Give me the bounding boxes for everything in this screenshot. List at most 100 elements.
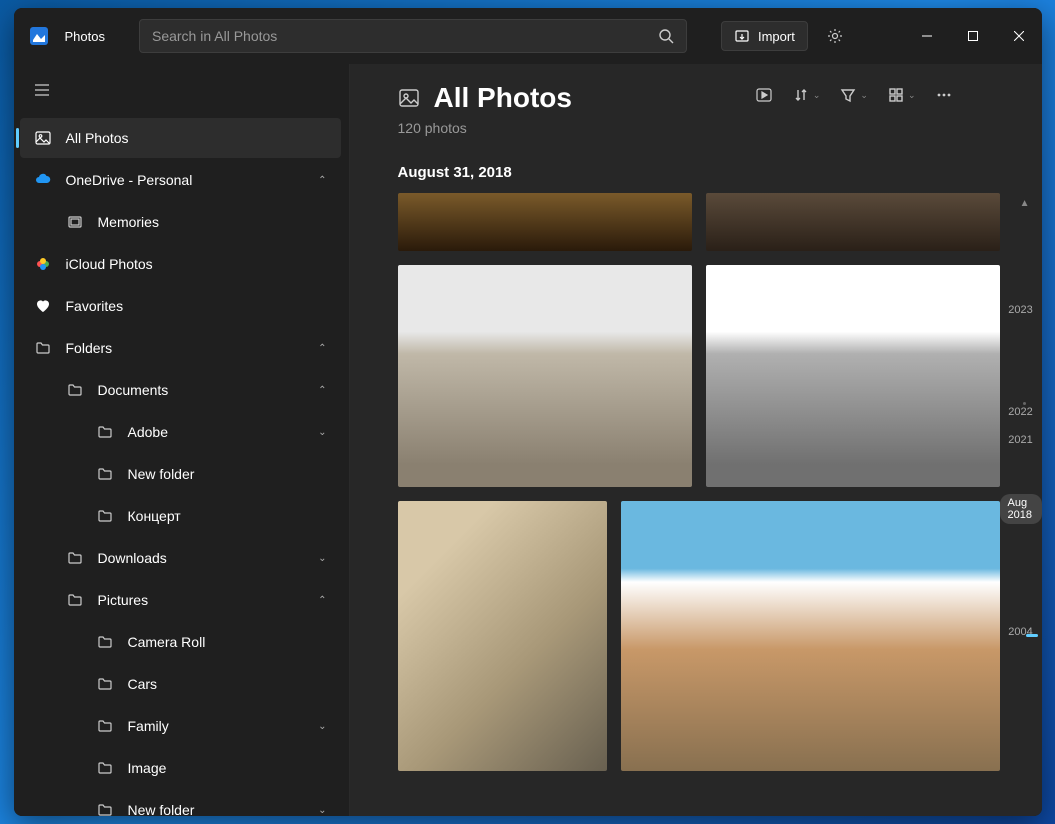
timeline-rail[interactable]: ▲ 2023 2022 2021 Aug 2018 2004: [1000, 64, 1042, 816]
sidebar-item-label: Documents: [98, 382, 169, 398]
hamburger-icon: [34, 82, 50, 98]
main-area: All Photos 120 photos ⌄: [350, 64, 1042, 816]
sidebar-item-family[interactable]: Family ⌄: [20, 706, 341, 746]
heart-icon: [34, 297, 52, 315]
chevron-down-icon: ⌄: [813, 90, 821, 101]
chevron-down-icon: ⌄: [860, 90, 868, 101]
folder-icon: [96, 759, 114, 777]
hamburger-button[interactable]: [26, 74, 58, 106]
sidebar-item-favorites[interactable]: Favorites: [20, 286, 341, 326]
folder-icon: [66, 591, 84, 609]
sidebar-item-концерт[interactable]: Концерт: [20, 496, 341, 536]
grid-icon: [888, 87, 904, 103]
more-button[interactable]: [936, 87, 952, 103]
filter-button[interactable]: ⌄: [840, 87, 868, 103]
sidebar-item-label: iCloud Photos: [66, 256, 153, 272]
sidebar-item-all-photos[interactable]: All Photos: [20, 118, 341, 158]
search-icon[interactable]: [658, 28, 674, 44]
photo-thumbnail[interactable]: [621, 501, 999, 771]
sidebar-item-label: Favorites: [66, 298, 124, 314]
sidebar-item-image[interactable]: Image: [20, 748, 341, 788]
slideshow-button[interactable]: [755, 86, 773, 104]
sidebar-list[interactable]: All Photos OneDrive - Personal ⌃ Memories iC…: [14, 116, 349, 816]
sidebar-item-adobe[interactable]: Adobe ⌄: [20, 412, 341, 452]
more-icon: [936, 87, 952, 103]
import-label: Import: [758, 29, 795, 44]
chevron-down-icon[interactable]: ⌄: [318, 553, 326, 564]
timeline-marker[interactable]: [1026, 634, 1038, 637]
cloud-icon: [34, 171, 52, 189]
filter-icon: [840, 87, 856, 103]
sidebar-item-label: Cars: [128, 676, 158, 692]
sidebar-item-downloads[interactable]: Downloads⌄: [20, 538, 341, 578]
folder-icon: [96, 633, 114, 651]
folder-icon: [96, 465, 114, 483]
sidebar-item-label: OneDrive - Personal: [66, 172, 193, 188]
photo-thumbnail[interactable]: [706, 193, 1000, 251]
photo-thumbnail[interactable]: [398, 265, 692, 487]
chevron-down-icon[interactable]: ⌄: [318, 721, 326, 732]
sidebar-item-label: Image: [128, 760, 167, 776]
timeline-current-badge[interactable]: Aug 2018: [1000, 494, 1042, 524]
maximize-button[interactable]: [950, 20, 996, 52]
sidebar-item-label: Memories: [98, 214, 159, 230]
window-controls: [904, 20, 1042, 52]
sidebar-item-label: Концерт: [128, 508, 181, 524]
content-header: All Photos 120 photos ⌄: [398, 82, 1000, 136]
sidebar-item-new-folder[interactable]: New folder ⌄: [20, 790, 341, 816]
grid-button[interactable]: ⌄: [888, 87, 916, 103]
scroll-up-icon[interactable]: ▲: [1020, 198, 1030, 209]
sidebar-item-label: Pictures: [98, 592, 149, 608]
sidebar-item-new-folder[interactable]: New folder: [20, 454, 341, 494]
sidebar-item-cars[interactable]: Cars: [20, 664, 341, 704]
sort-button[interactable]: ⌄: [793, 87, 821, 103]
play-icon: [755, 86, 773, 104]
chevron-up-icon[interactable]: ⌃: [318, 343, 326, 354]
sidebar-item-label: New folder: [128, 802, 195, 816]
sidebar-item-label: Camera Roll: [128, 634, 206, 650]
timeline-year[interactable]: 2021: [1008, 434, 1032, 446]
settings-button[interactable]: [818, 19, 852, 53]
page-title: All Photos: [434, 82, 572, 114]
photo-thumbnail[interactable]: [398, 501, 608, 771]
sidebar-item-folders[interactable]: Folders ⌃: [20, 328, 341, 368]
folder-icon: [96, 507, 114, 525]
content: All Photos 120 photos ⌄: [350, 64, 1000, 816]
chevron-down-icon[interactable]: ⌄: [318, 427, 326, 438]
folder-icon: [96, 423, 114, 441]
sidebar-item-label: Family: [128, 718, 169, 734]
search-bar[interactable]: [139, 19, 687, 53]
sort-icon: [793, 87, 809, 103]
chevron-up-icon[interactable]: ⌃: [318, 175, 326, 186]
sidebar-item-memories[interactable]: Memories: [20, 202, 341, 242]
timeline-year[interactable]: 2023: [1008, 304, 1032, 316]
chevron-up-icon[interactable]: ⌃: [318, 595, 326, 606]
sidebar-item-onedrive---personal[interactable]: OneDrive - Personal ⌃: [20, 160, 341, 200]
timeline-dot: [1023, 402, 1026, 405]
sidebar-item-label: Folders: [66, 340, 113, 356]
timeline-year[interactable]: 2022: [1008, 406, 1032, 418]
sidebar-item-documents[interactable]: Documents ⌃: [20, 370, 341, 410]
close-button[interactable]: [996, 20, 1042, 52]
icloud-icon: [34, 255, 52, 273]
photo-thumbnail[interactable]: [706, 265, 1000, 487]
sidebar: All Photos OneDrive - Personal ⌃ Memories iC…: [14, 64, 350, 816]
folder-icon: [66, 381, 84, 399]
sidebar-item-camera-roll[interactable]: Camera Roll: [20, 622, 341, 662]
import-button[interactable]: Import: [721, 21, 808, 51]
gallery[interactable]: [398, 193, 1000, 816]
folder-icon: [66, 549, 84, 567]
sidebar-item-label: Adobe: [128, 424, 168, 440]
chevron-up-icon[interactable]: ⌃: [318, 385, 326, 396]
image-icon: [398, 87, 420, 109]
toolbar: ⌄ ⌄ ⌄: [755, 82, 952, 104]
import-icon: [734, 28, 750, 44]
sidebar-item-icloud-photos[interactable]: iCloud Photos: [20, 244, 341, 284]
search-input[interactable]: [152, 28, 658, 44]
minimize-button[interactable]: [904, 20, 950, 52]
photo-thumbnail[interactable]: [398, 193, 692, 251]
folder-icon: [96, 717, 114, 735]
sidebar-item-pictures[interactable]: Pictures ⌃: [20, 580, 341, 620]
chevron-down-icon[interactable]: ⌄: [318, 805, 326, 816]
folder-icon: [96, 675, 114, 693]
